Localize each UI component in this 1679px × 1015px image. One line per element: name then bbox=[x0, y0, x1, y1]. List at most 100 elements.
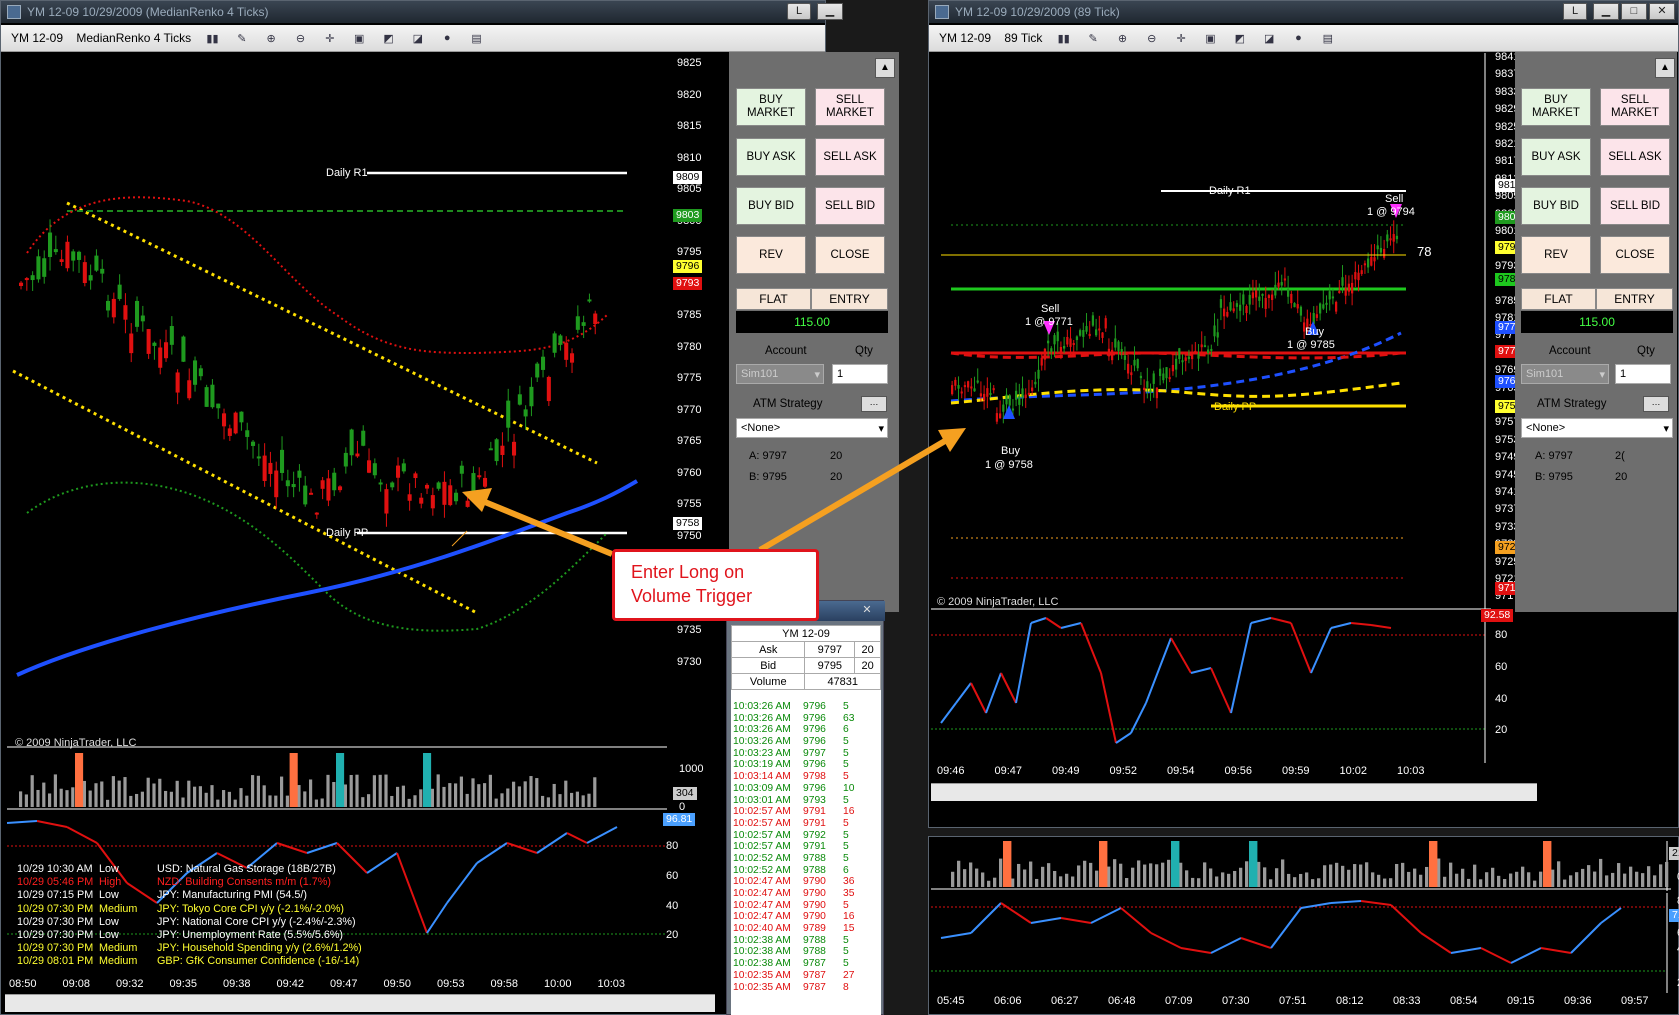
zoom-out-icon[interactable]: ⊖ bbox=[1144, 32, 1160, 46]
time-axis-label: 08:50 bbox=[9, 978, 37, 990]
news-item[interactable]: 10/29 07:30 PM Medium JPY: Household Spend… bbox=[17, 942, 362, 955]
buy-ask-button[interactable]: BUY ASK bbox=[1521, 138, 1591, 176]
left-price-chart[interactable] bbox=[7, 53, 667, 773]
qty-stepper[interactable]: 1 bbox=[832, 364, 888, 384]
buy-bid-button[interactable]: BUY BID bbox=[736, 187, 806, 225]
bar-type-icon[interactable]: ▮▮ bbox=[204, 32, 220, 46]
oscillator-segment bbox=[1330, 622, 1352, 629]
data-box-icon[interactable]: ▤ bbox=[1320, 32, 1336, 46]
close-position-button[interactable]: CLOSE bbox=[1600, 236, 1670, 274]
left-horizontal-scrollbar[interactable] bbox=[5, 994, 715, 1012]
snapshot-icon[interactable]: ● bbox=[1290, 32, 1306, 46]
volume-bar bbox=[1533, 880, 1537, 887]
buy-market-button[interactable]: BUY MARKET bbox=[736, 88, 806, 126]
ts-time: 10:02:38 AM bbox=[733, 958, 791, 970]
indicators-icon[interactable]: ◩ bbox=[1232, 32, 1248, 46]
zoom-out-icon[interactable]: ⊖ bbox=[292, 32, 308, 46]
qty-stepper[interactable]: 1 bbox=[1615, 364, 1671, 384]
volume-bar bbox=[390, 795, 394, 807]
properties-icon[interactable]: ▣ bbox=[1202, 32, 1218, 46]
buy-bid-button[interactable]: BUY BID bbox=[1521, 187, 1591, 225]
zoom-in-icon[interactable]: ⊕ bbox=[263, 32, 279, 46]
period-selector[interactable]: MedianRenko 4 Ticks bbox=[76, 31, 191, 45]
volume-bar bbox=[575, 791, 579, 807]
account-select[interactable]: Sim101 ▾ bbox=[1521, 364, 1609, 384]
sell-ask-button[interactable]: SELL ASK bbox=[1600, 138, 1670, 176]
minimize-button[interactable]: ▁ bbox=[817, 3, 843, 20]
time-axis-label: 06:06 bbox=[994, 995, 1022, 1007]
ts-time: 10:02:38 AM bbox=[733, 946, 791, 958]
atm-strategy-select[interactable]: <None> ▾ bbox=[736, 418, 888, 438]
right-minimize-button[interactable]: ▁ bbox=[1593, 3, 1619, 20]
news-item[interactable]: 10/29 07:30 PM Medium JPY: Tokyo Core CPI … bbox=[17, 903, 362, 916]
sell-bid-button[interactable]: SELL BID bbox=[815, 187, 885, 225]
news-item[interactable]: 10/29 07:30 PM Low JPY: Unemployment Rate … bbox=[17, 929, 362, 942]
strategies-icon[interactable]: ◪ bbox=[410, 32, 426, 46]
news-date: 10/29 07:30 PM bbox=[17, 929, 94, 942]
period-selector[interactable]: 89 Tick bbox=[1004, 31, 1042, 45]
crosshair-icon[interactable]: ✛ bbox=[322, 32, 338, 46]
right-horizontal-scrollbar[interactable] bbox=[931, 783, 1537, 801]
news-item[interactable]: 10/29 08:01 PM Medium GBP: GfK Consumer Co… bbox=[17, 955, 362, 968]
sell-market-button[interactable]: SELL MARKET bbox=[815, 88, 885, 126]
right-close-button[interactable]: ✕ bbox=[1649, 3, 1675, 20]
atm-settings-button[interactable]: … bbox=[1643, 396, 1669, 412]
strategies-icon[interactable]: ◪ bbox=[1261, 32, 1277, 46]
buy-market-button[interactable]: BUY MARKET bbox=[1521, 88, 1591, 126]
time-axis-label: 09:59 bbox=[1282, 765, 1310, 777]
time-axis-label: 09:42 bbox=[276, 978, 305, 990]
buy-ask-button[interactable]: BUY ASK bbox=[736, 138, 806, 176]
news-impact: Medium bbox=[99, 902, 138, 915]
volume-bar bbox=[1485, 872, 1489, 887]
ts-price: 9792 bbox=[803, 829, 826, 841]
close-position-button[interactable]: CLOSE bbox=[815, 236, 885, 274]
qty-label: Qty bbox=[1637, 345, 1655, 357]
snapshot-icon[interactable]: ● bbox=[439, 32, 455, 46]
collapse-panel-button[interactable]: ▲ bbox=[1655, 58, 1675, 78]
ts-size: 5 bbox=[843, 701, 849, 712]
draw-tool-icon[interactable]: ✎ bbox=[1085, 32, 1101, 46]
zoom-in-icon[interactable]: ⊕ bbox=[1114, 32, 1130, 46]
news-date: 10/29 07:30 PM bbox=[17, 902, 94, 915]
price-tag-last: 9796 bbox=[673, 260, 703, 273]
sell-market-button[interactable]: SELL MARKET bbox=[1600, 88, 1670, 126]
instrument-selector[interactable]: YM 12-09 bbox=[11, 31, 63, 45]
volume-bar bbox=[297, 785, 301, 807]
right-link-button[interactable]: L bbox=[1563, 3, 1587, 20]
sell-bid-button[interactable]: SELL BID bbox=[1600, 187, 1670, 225]
draw-tool-icon[interactable]: ✎ bbox=[234, 32, 250, 46]
news-item[interactable]: 10/29 07:15 PM Low JPY: Manufacturing PMI … bbox=[17, 889, 362, 902]
properties-icon[interactable]: ▣ bbox=[351, 32, 367, 46]
volume-bar bbox=[401, 785, 405, 807]
crosshair-icon[interactable]: ✛ bbox=[1173, 32, 1189, 46]
rev-button[interactable]: REV bbox=[1521, 236, 1591, 274]
data-box-icon[interactable]: ▤ bbox=[469, 32, 485, 46]
volume-highlight bbox=[289, 753, 298, 807]
atm-strategy-select[interactable]: <None> ▾ bbox=[1521, 418, 1673, 438]
sell-ask-button[interactable]: SELL ASK bbox=[815, 138, 885, 176]
bar-type-icon[interactable]: ▮▮ bbox=[1056, 32, 1072, 46]
volume-bar bbox=[1395, 863, 1399, 887]
ts-close-button[interactable]: ✕ bbox=[853, 603, 881, 620]
link-button[interactable]: L bbox=[787, 3, 811, 20]
news-item[interactable]: 10/29 10:30 AM Low USD: Natural Gas Storag… bbox=[17, 863, 362, 876]
collapse-panel-button[interactable]: ▲ bbox=[875, 58, 895, 78]
right-price-chart[interactable] bbox=[931, 53, 1491, 613]
atm-settings-button[interactable]: … bbox=[861, 396, 887, 412]
news-item[interactable]: 10/29 05:46 PM High NZD: Building Consents… bbox=[17, 876, 362, 889]
news-item[interactable]: 10/29 07:30 PM Low JPY: National Core CPI … bbox=[17, 916, 362, 929]
instrument-selector[interactable]: YM 12-09 bbox=[939, 31, 991, 45]
volume-bar bbox=[343, 784, 347, 807]
volume-bar bbox=[326, 774, 330, 807]
right-maximize-button[interactable]: □ bbox=[1621, 3, 1647, 20]
volume-bar bbox=[1215, 876, 1219, 887]
left-title-bar[interactable]: YM 12-09 10/29/2009 (MedianRenko 4 Ticks… bbox=[1, 1, 825, 23]
account-select[interactable]: Sim101 ▾ bbox=[736, 364, 824, 384]
indicators-icon[interactable]: ◩ bbox=[381, 32, 397, 46]
time-axis-label: 07:09 bbox=[1165, 995, 1193, 1007]
left-time-axis: 08:50 09:08 09:32 09:35 09:38 09:42 09:47 09:50… bbox=[1, 978, 661, 992]
rev-button[interactable]: REV bbox=[736, 236, 806, 274]
volume-bar bbox=[1569, 875, 1573, 887]
news-date: 10/29 08:01 PM bbox=[17, 955, 94, 968]
volume-bar bbox=[1329, 864, 1333, 887]
